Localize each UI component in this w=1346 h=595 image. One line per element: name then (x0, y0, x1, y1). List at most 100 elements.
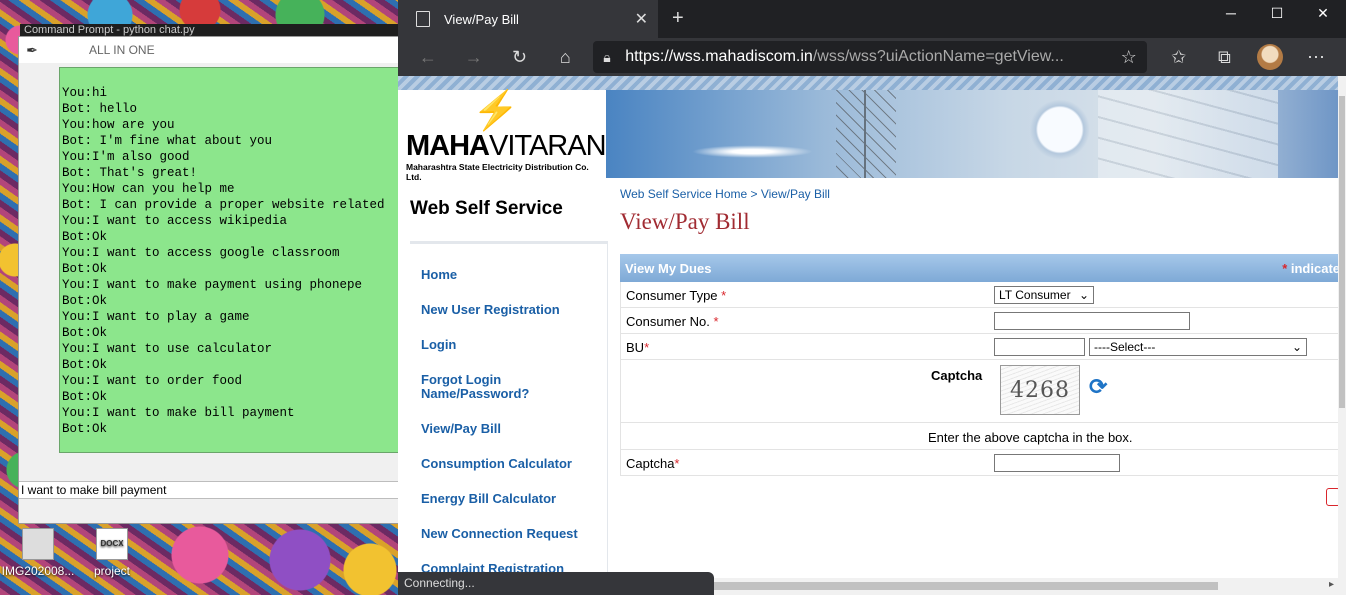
nav-view-pay-bill[interactable]: View/Pay Bill (421, 422, 501, 436)
bu-select[interactable]: ----Select--- ⌄ (1089, 338, 1307, 356)
logo-subtitle: Maharashtra State Electricity Distributi… (406, 162, 589, 182)
tab-bar: View/Pay Bill ✕ + ─ ☐ ✕ (398, 0, 1346, 38)
chat-input[interactable]: I want to make bill payment (19, 481, 401, 499)
chat-message: Bot:Ok (62, 358, 108, 372)
forward-icon[interactable]: → (452, 42, 496, 72)
chat-message: Bot:Ok (62, 262, 108, 276)
more-menu-icon[interactable]: ⋯ (1294, 42, 1338, 72)
browser-toolbar: ← → ↻ ⌂ 🔒︎ https://wss.mahadiscom.in /ws… (398, 38, 1346, 76)
chat-message: Bot:Ok (62, 326, 108, 340)
chat-message: You:I want to access wikipedia (62, 214, 288, 228)
submit-button-partial[interactable] (1326, 488, 1338, 506)
desktop-icon-label: project (93, 564, 131, 578)
chat-message: You:I want to use calculator (62, 342, 273, 356)
desktop-icon-label: IMG202008... (1, 564, 75, 578)
vertical-scrollbar[interactable] (1338, 76, 1346, 595)
logo-vitaran: VITARAN (489, 130, 607, 162)
image-file-icon (22, 528, 54, 560)
nav-home[interactable]: Home (421, 268, 457, 282)
captcha-image: 4268 (1000, 365, 1080, 415)
bu-input[interactable] (994, 338, 1085, 356)
chat-message: Bot: That's great! (62, 166, 198, 180)
nav-new-connection-request[interactable]: New Connection Request (421, 527, 578, 541)
required-mark: * (674, 456, 680, 471)
chat-message: Bot: I'm fine what about you (62, 134, 273, 148)
bu-select-value: ----Select--- (1094, 340, 1156, 354)
logo-bolt-icon: ⚡ (472, 90, 520, 132)
chat-message: You:hi (62, 86, 108, 100)
consumer-no-row: Consumer No. * (620, 308, 1338, 334)
minimize-button[interactable]: ─ (1208, 0, 1254, 26)
url-prefix: https:// (625, 48, 674, 65)
captcha-title: Captcha (931, 368, 983, 383)
chat-message: You:How can you help me (62, 182, 235, 196)
chat-log: You:hi Bot: hello You:how are you Bot: I'm … (59, 67, 401, 453)
consumer-no-input[interactable] (994, 312, 1190, 330)
back-icon[interactable]: ← (406, 42, 450, 72)
chat-message: Bot:Ok (62, 390, 108, 404)
chat-message: You:I'm also good (62, 150, 190, 164)
captcha-refresh-icon[interactable]: ⟳ (1089, 374, 1107, 400)
desktop-icon-image[interactable]: IMG202008... (0, 528, 76, 578)
collections-icon[interactable]: ⧉ (1203, 42, 1247, 72)
window-controls: ─ ☐ ✕ (1208, 0, 1346, 26)
web-page: ⚡ MAHAVITARAN Maharashtra State Electric… (398, 76, 1338, 595)
browser-window: View/Pay Bill ✕ + ─ ☐ ✕ ← → ↻ ⌂ 🔒︎ https… (398, 0, 1346, 595)
nav-energy-bill-calculator[interactable]: Energy Bill Calculator (421, 492, 556, 506)
url-path: /wss/wss?uiActionName=getView... (812, 48, 1064, 65)
nav-new-user-registration[interactable]: New User Registration (421, 303, 560, 317)
captcha-input-row: Captcha* (620, 450, 1338, 476)
refresh-icon[interactable]: ↻ (498, 42, 542, 72)
chat-message: Bot:Ok (62, 230, 108, 244)
consumer-type-label: Consumer Type (626, 288, 718, 303)
required-note-text: indicate (1290, 260, 1338, 276)
close-tab-icon[interactable]: ✕ (635, 9, 648, 29)
tab-view-pay-bill[interactable]: View/Pay Bill ✕ (398, 0, 658, 38)
vertical-scroll-thumb[interactable] (1339, 96, 1345, 408)
feather-icon: ✒ (26, 41, 38, 58)
horizontal-scroll-thumb[interactable] (698, 582, 1218, 590)
scroll-right-icon[interactable]: ▸ (1329, 579, 1334, 590)
chat-window: ✒ ALL IN ONE You:hi Bot: hello You:how are… (18, 36, 401, 524)
consumer-type-select[interactable]: LT Consumer ⌄ (994, 286, 1094, 304)
banner-image (606, 90, 1338, 178)
chat-message: Bot: hello (62, 102, 138, 116)
url-host: wss.mahadiscom.in (673, 48, 813, 65)
nav-consumption-calculator[interactable]: Consumption Calculator (421, 457, 572, 471)
bu-label: BU (626, 340, 645, 355)
profile-avatar[interactable] (1248, 42, 1292, 72)
logo-maha: MAHA (406, 130, 490, 162)
new-tab-button[interactable]: + (672, 7, 684, 30)
breadcrumb[interactable]: Web Self Service Home > View/Pay Bill (620, 187, 830, 201)
docx-file-icon: DOCX (96, 528, 128, 560)
chat-message: Bot:Ok (62, 422, 108, 436)
required-mark: * (721, 288, 727, 303)
address-bar[interactable]: 🔒︎ https://wss.mahadiscom.in /wss/wss?ui… (593, 41, 1147, 73)
page-title: View/Pay Bill (620, 209, 750, 234)
required-mark: * (644, 340, 650, 355)
horizontal-scrollbar[interactable]: ▸ (698, 578, 1338, 595)
captcha-image-row: Captcha 4268 ⟳ (620, 360, 1338, 422)
home-icon[interactable]: ⌂ (543, 42, 587, 72)
avatar (1257, 44, 1284, 70)
favorite-star-icon[interactable]: ☆ (1121, 47, 1137, 68)
nav-login[interactable]: Login (421, 338, 456, 352)
mahavitaran-logo: ⚡ MAHAVITARAN Maharashtra State Electric… (406, 90, 607, 182)
consumer-type-row: Consumer Type * LT Consumer ⌄ (620, 282, 1338, 308)
required-mark: * (713, 314, 719, 329)
favorites-icon[interactable]: ✩ (1157, 42, 1201, 72)
tab-title: View/Pay Bill (444, 11, 519, 27)
chat-window-titlebar[interactable]: ✒ ALL IN ONE (19, 37, 399, 63)
close-window-button[interactable]: ✕ (1300, 0, 1346, 26)
chevron-down-icon: ⌄ (1078, 288, 1089, 302)
maximize-button[interactable]: ☐ (1254, 0, 1300, 26)
captcha-hint: Enter the above captcha in the box. (928, 430, 1133, 445)
lock-icon: 🔒︎ (603, 48, 611, 65)
required-note: * indicate (1282, 261, 1338, 276)
captcha-input[interactable] (994, 454, 1120, 472)
desktop-icon-project[interactable]: DOCX project (74, 528, 150, 578)
form-header: View My Dues * indicate (620, 254, 1338, 282)
status-bar: Connecting... (398, 572, 714, 595)
chat-message: Bot: I can provide a proper website rela… (62, 198, 385, 212)
nav-forgot-login[interactable]: Forgot Login Name/Password? (421, 373, 561, 401)
